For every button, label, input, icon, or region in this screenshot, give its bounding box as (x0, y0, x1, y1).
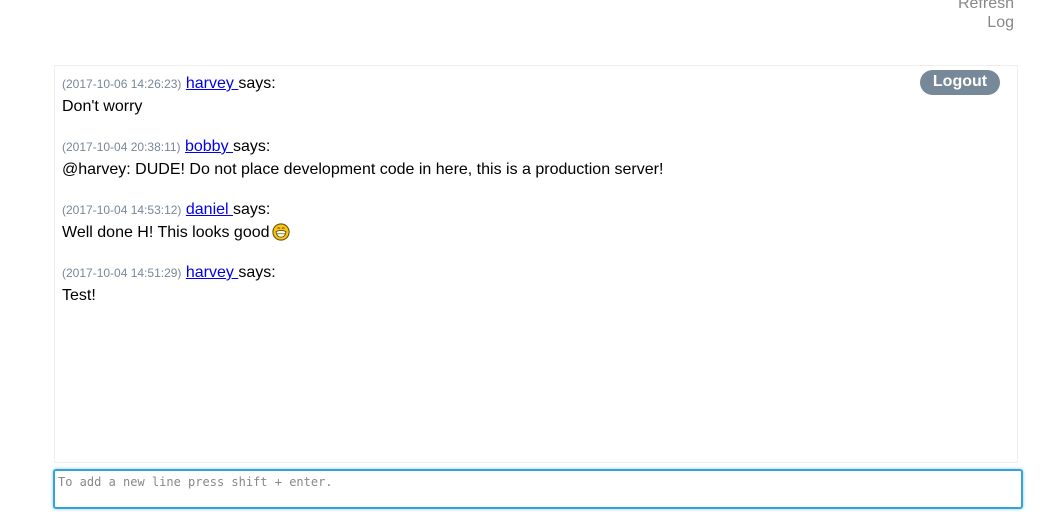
message-text: @harvey: DUDE! Do not place development … (62, 161, 664, 178)
says-label: says: (233, 201, 271, 218)
message-item: (2017-10-04 20:38:11) bobby says: @harve… (62, 137, 1010, 181)
message-user-link[interactable]: harvey (186, 264, 238, 281)
message-list: (2017-10-06 14:26:23) harvey says: Don't… (62, 74, 1010, 326)
message-input-container (53, 469, 1023, 509)
message-text: Test! (62, 287, 96, 304)
message-timestamp: (2017-10-04 20:38:11) (62, 140, 181, 154)
message-header: (2017-10-04 14:53:12) daniel says: (62, 200, 1010, 220)
says-label: says: (238, 75, 276, 92)
message-item: (2017-10-04 14:53:12) daniel says: Well … (62, 200, 1010, 244)
says-label: says: (233, 138, 271, 155)
message-timestamp: (2017-10-04 14:53:12) (62, 203, 182, 217)
says-label: says: (238, 264, 276, 281)
message-timestamp: (2017-10-04 14:51:29) (62, 266, 182, 280)
message-item: (2017-10-04 14:51:29) harvey says: Test! (62, 263, 1010, 307)
chat-panel: Logout (2017-10-06 14:26:23) harvey says… (54, 65, 1018, 463)
message-text: Well done H! This looks good (62, 224, 270, 241)
message-input[interactable] (55, 471, 1021, 507)
message-header: (2017-10-04 14:51:29) harvey says: (62, 263, 1010, 283)
message-timestamp: (2017-10-06 14:26:23) (62, 77, 182, 91)
log-link[interactable]: Log (958, 13, 1014, 32)
message-user-link[interactable]: daniel (186, 201, 233, 218)
message-text-row: Well done H! This looks good (62, 222, 1010, 244)
refresh-link[interactable]: Refresh (958, 0, 1014, 13)
message-header: (2017-10-04 20:38:11) bobby says: (62, 137, 1010, 157)
message-item: (2017-10-06 14:26:23) harvey says: Don't… (62, 74, 1010, 118)
grinning-face-icon (271, 223, 290, 241)
message-text: Don't worry (62, 98, 143, 115)
message-header: (2017-10-06 14:26:23) harvey says: (62, 74, 1010, 94)
message-user-link[interactable]: harvey (186, 75, 238, 92)
top-links: Refresh Log (958, 0, 1014, 32)
message-user-link[interactable]: bobby (185, 138, 233, 155)
